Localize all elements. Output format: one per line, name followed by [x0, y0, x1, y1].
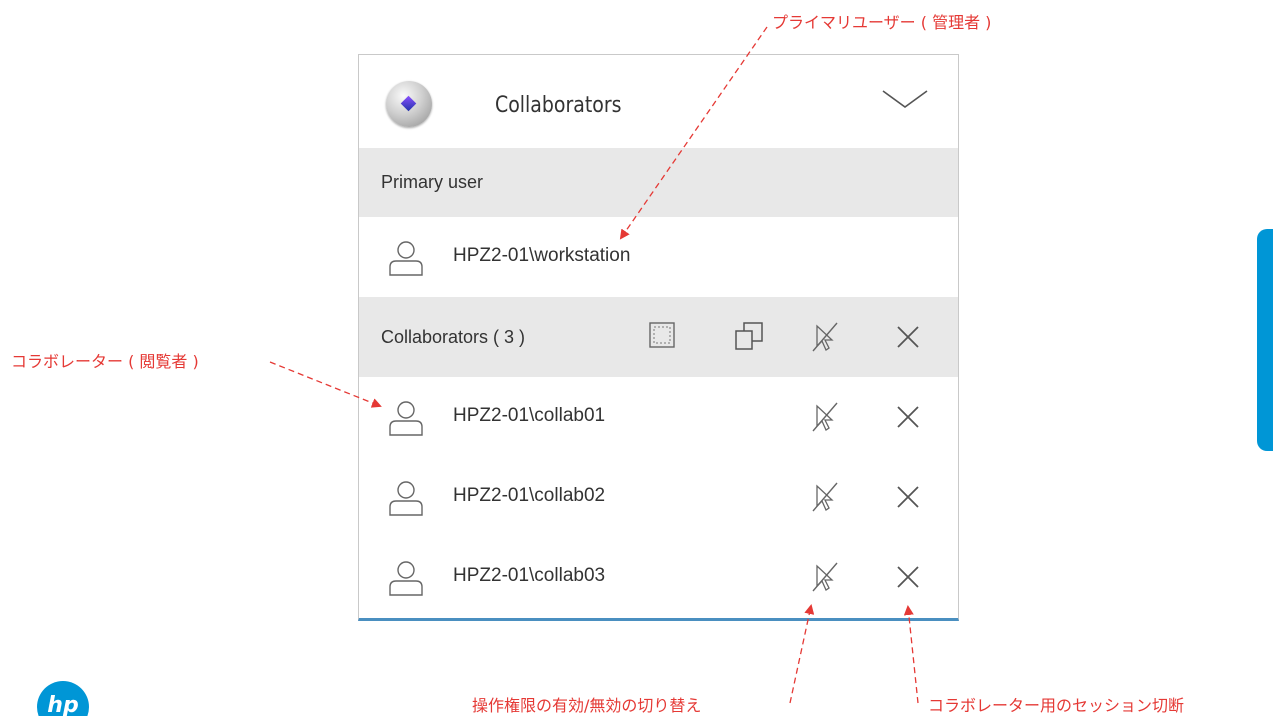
disconnect-button[interactable] — [896, 565, 920, 589]
collaborator-row: HPZ2-01\collab02 — [359, 457, 958, 537]
close-icon — [897, 406, 919, 428]
collaborator-name: HPZ2-01\collab03 — [453, 565, 606, 586]
collapse-button[interactable] — [879, 85, 931, 115]
pointer-disabled-icon — [812, 482, 838, 512]
pointer-disabled-icon — [812, 402, 838, 432]
copy-button[interactable] — [734, 321, 764, 351]
collaborator-row: HPZ2-01\collab01 — [359, 377, 958, 457]
collaborator-name: HPZ2-01\collab01 — [453, 405, 606, 426]
app-logo-icon — [386, 81, 432, 127]
svg-text:hp: hp — [47, 693, 78, 716]
pointer-disabled-icon — [812, 322, 838, 352]
disconnect-button[interactable] — [896, 485, 920, 509]
primary-user-section-header: Primary user — [359, 148, 958, 217]
hp-logo-icon: hp — [37, 681, 89, 716]
side-accent-bar — [1257, 229, 1273, 451]
collaborators-section-label: Collaborators ( 3 ) — [381, 327, 526, 347]
panel-title: Collaborators — [495, 93, 622, 118]
collaborator-row: HPZ2-01\collab03 — [359, 537, 958, 617]
copy-icon — [735, 322, 763, 350]
annotation-primary-user: プライマリユーザー ( 管理者 ) — [772, 13, 992, 32]
annotation-toggle-control: 操作権限の有効/無効の切り替え — [472, 696, 702, 715]
close-icon — [897, 486, 919, 508]
primary-user-section-label: Primary user — [381, 172, 484, 192]
collaborators-section-header: Collaborators ( 3 ) — [359, 297, 958, 377]
chevron-down-icon — [882, 90, 928, 108]
user-icon — [389, 561, 423, 596]
user-icon — [389, 481, 423, 516]
toggle-control-button[interactable] — [810, 561, 840, 593]
annotation-disconnect: コラボレーター用のセッション切断 — [928, 696, 1185, 715]
panel-header: Collaborators — [359, 55, 958, 148]
close-icon — [897, 566, 919, 588]
primary-user-row: HPZ2-01\workstation — [359, 217, 958, 297]
collaborator-name: HPZ2-01\collab02 — [453, 485, 606, 506]
collaborators-panel: Collaborators Primary user HPZ2-01\works… — [358, 54, 959, 621]
toggle-control-button[interactable] — [810, 401, 840, 433]
select-region-button[interactable] — [649, 322, 675, 348]
select-region-icon — [649, 322, 675, 348]
annotation-collaborator: コラボレーター ( 閲覧者 ) — [11, 352, 199, 371]
close-icon — [897, 326, 919, 348]
user-icon — [389, 241, 423, 276]
toggle-control-all-button[interactable] — [810, 321, 840, 353]
toggle-control-button[interactable] — [810, 481, 840, 513]
disconnect-button[interactable] — [896, 405, 920, 429]
pointer-disabled-icon — [812, 562, 838, 592]
annotation-arrow-disconnect — [903, 605, 919, 704]
disconnect-all-button[interactable] — [896, 325, 920, 349]
primary-user-name: HPZ2-01\workstation — [453, 245, 631, 266]
user-icon — [389, 401, 423, 436]
